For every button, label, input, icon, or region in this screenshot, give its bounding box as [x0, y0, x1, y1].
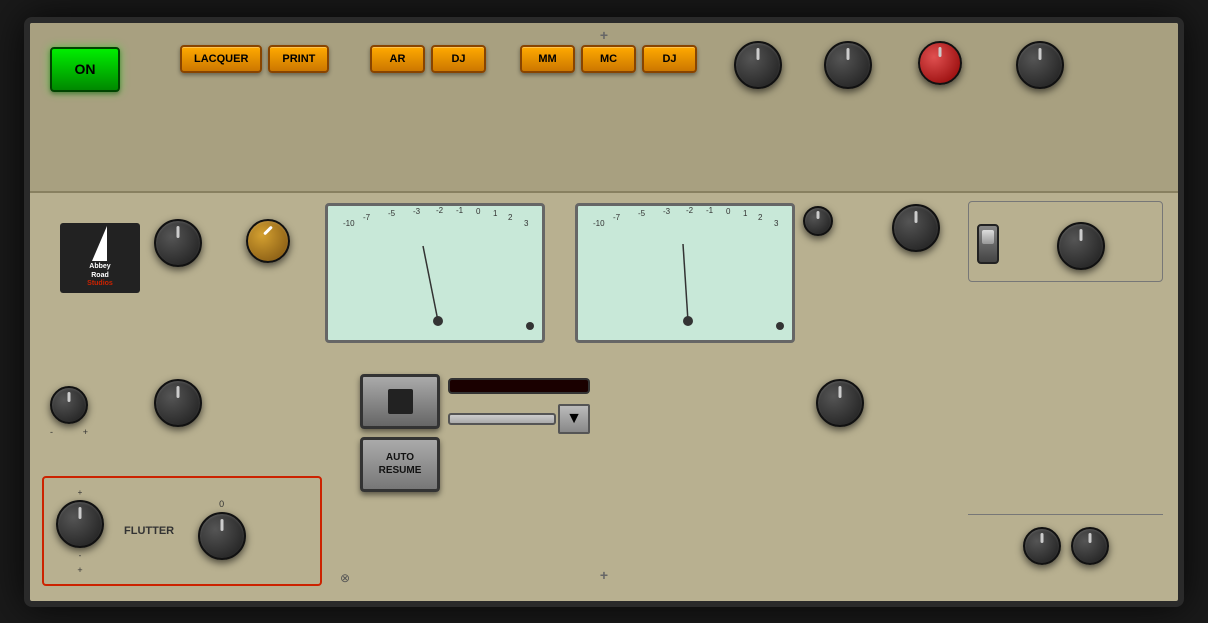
flutter-rate-minus: -: [79, 551, 82, 560]
abbey-road-logo: AbbeyRoadStudios: [60, 223, 140, 293]
vu-meter-right: -10 -7 -5 -3 -2 -1 0 1 2 3: [575, 203, 795, 343]
svg-text:2: 2: [508, 213, 513, 222]
input-knob[interactable]: [154, 219, 202, 267]
rate-minus: -: [50, 427, 53, 437]
dj-turntable-button[interactable]: DJ: [431, 45, 486, 73]
flutter-depth-knob[interactable]: [198, 512, 246, 560]
auto-resume-button[interactable]: AUTORESUME: [360, 437, 440, 492]
modulator-knob-left[interactable]: [1023, 527, 1061, 565]
vu-left-cl-dot: [526, 322, 534, 330]
density-knob[interactable]: [918, 41, 962, 85]
svg-text:2: 2: [758, 213, 763, 222]
tone-arm-knob[interactable]: [816, 379, 864, 427]
svg-text:-5: -5: [638, 209, 646, 218]
svg-text:-1: -1: [706, 206, 714, 215]
mc-button[interactable]: MC: [581, 45, 636, 73]
length-display[interactable]: [448, 378, 590, 394]
print-button[interactable]: PRINT: [268, 45, 329, 73]
rate-knob[interactable]: [50, 386, 88, 424]
auto-resume-label: AUTORESUME: [379, 451, 422, 477]
svg-text:-2: -2: [436, 206, 444, 215]
vu-right-cl-dot: [776, 322, 784, 330]
svg-text:-1: -1: [456, 206, 464, 215]
clicks-knob[interactable]: [1016, 41, 1064, 89]
mm-button[interactable]: MM: [520, 45, 575, 73]
svg-text:-3: -3: [663, 207, 671, 216]
modulator-knob-right[interactable]: [1071, 527, 1109, 565]
time-format-dropdown[interactable]: ▼: [558, 404, 590, 434]
bottom-left-x: ⊗: [340, 571, 350, 585]
svg-text:-7: -7: [613, 213, 621, 222]
top-center-plus: +: [600, 27, 608, 43]
svg-text:-10: -10: [593, 219, 605, 228]
svg-text:3: 3: [774, 219, 779, 228]
slowdown-button[interactable]: [360, 374, 440, 429]
drive-knob[interactable]: [246, 219, 290, 263]
flutter-rate-knob[interactable]: [56, 500, 104, 548]
time-format-display[interactable]: [448, 413, 556, 425]
svg-text:1: 1: [493, 209, 498, 218]
output-knob[interactable]: [892, 204, 940, 252]
rate-plus: +: [83, 427, 88, 437]
svg-text:-7: -7: [363, 213, 371, 222]
ar-button[interactable]: AR: [370, 45, 425, 73]
flutter-label: FLUTTER: [124, 525, 174, 537]
on-button[interactable]: ON: [50, 47, 120, 92]
dj-cartridge-button[interactable]: DJ: [642, 45, 697, 73]
svg-text:0: 0: [726, 207, 731, 216]
phase-level-knob[interactable]: [1057, 222, 1105, 270]
flutter-depth-value: 0: [219, 499, 224, 509]
svg-text:-10: -10: [343, 219, 355, 228]
svg-text:-5: -5: [388, 209, 396, 218]
noise-knob[interactable]: [734, 41, 782, 89]
svg-text:3: 3: [524, 219, 529, 228]
flutter-selection-box: + - + FLUTTER 0: [42, 476, 322, 586]
lacquer-button[interactable]: LACQUER: [180, 45, 262, 73]
svg-text:-2: -2: [686, 206, 694, 215]
bottom-center-plus: +: [600, 567, 608, 583]
meters-in-knob[interactable]: [803, 206, 833, 236]
svg-text:-3: -3: [413, 207, 421, 216]
svg-text:1: 1: [743, 209, 748, 218]
plugin-frame: ON LACQUER PRINT AR DJ MM MC DJ: [24, 17, 1184, 607]
svg-text:0: 0: [476, 207, 481, 216]
crackle-knob[interactable]: [824, 41, 872, 89]
vu-meter-left: -10 -7 -5 -3 -2 -1 0 1 2 3: [325, 203, 545, 343]
depth-knob[interactable]: [154, 379, 202, 427]
phase-toggle[interactable]: [977, 224, 999, 264]
flutter-rate-plus: +: [78, 488, 83, 497]
